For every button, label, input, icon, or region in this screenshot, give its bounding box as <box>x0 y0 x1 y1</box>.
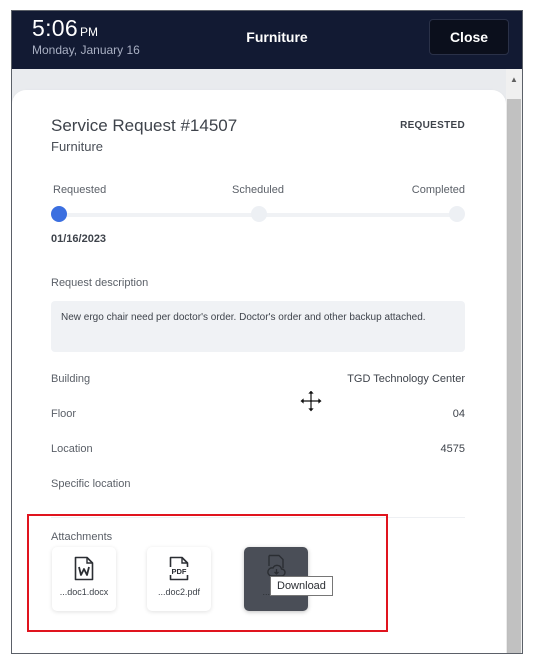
building-value: TGD Technology Center <box>347 373 465 385</box>
request-title: Service Request #14507 <box>51 116 238 135</box>
description-text: New ergo chair need per doctor's order. … <box>51 301 465 352</box>
building-label: Building <box>51 373 91 385</box>
step-label-completed: Completed <box>411 184 465 196</box>
step-dot-requested <box>51 206 67 222</box>
step-label-scheduled: Scheduled <box>232 184 284 196</box>
location-value: 4575 <box>440 443 465 455</box>
clock-ampm: PM <box>79 25 98 39</box>
location-label: Location <box>51 443 93 455</box>
move-cursor-icon <box>299 389 323 413</box>
floor-value: 04 <box>452 408 465 420</box>
scroll-up-arrow-icon[interactable]: ▲ <box>506 73 522 87</box>
page-title: Furniture <box>246 29 308 45</box>
step-dot-completed <box>449 206 465 222</box>
step-label-requested: Requested <box>53 184 107 196</box>
close-button[interactable]: Close <box>429 19 509 55</box>
vertical-scrollbar[interactable]: ▲ <box>506 69 522 653</box>
clock-time: 5:06 <box>32 15 78 41</box>
request-category: Furniture <box>51 139 104 154</box>
floor-label: Floor <box>51 408 77 420</box>
step-date: 01/16/2023 <box>51 233 107 245</box>
specific-location-label: Specific location <box>51 478 131 490</box>
clock: 5:06 PM <box>32 15 98 42</box>
attachments-highlight-box <box>27 514 388 632</box>
top-bar: 5:06 PM Monday, January 16 Furniture Clos… <box>12 11 522 69</box>
status-badge: REQUESTED <box>400 120 465 131</box>
description-label: Request description <box>51 277 149 289</box>
step-dot-scheduled <box>251 206 267 222</box>
scrollbar-thumb[interactable] <box>507 99 521 653</box>
current-date: Monday, January 16 <box>32 43 140 57</box>
